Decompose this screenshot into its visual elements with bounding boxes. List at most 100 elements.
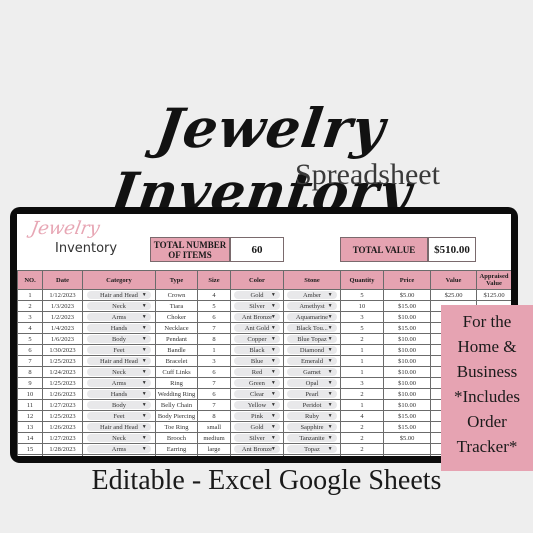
cell[interactable]: Feet ▼ — [82, 410, 156, 422]
dropdown-chip[interactable]: Peridot ▼ — [287, 401, 337, 409]
caret-down-icon[interactable]: ▼ — [328, 436, 333, 441]
dropdown-chip[interactable]: Hair and Head ▼ — [87, 291, 151, 299]
cell[interactable]: Aquamarine ▼ — [283, 311, 341, 323]
dropdown-chip[interactable]: Green ▼ — [234, 379, 280, 387]
cell[interactable]: Gold ▼ — [230, 421, 284, 433]
cell[interactable]: 4 — [340, 410, 384, 422]
cell[interactable]: Body ▼ — [82, 333, 156, 345]
cell[interactable]: Hands▼ — [82, 454, 156, 456]
cell[interactable]: Green ▼ — [230, 377, 284, 389]
caret-down-icon[interactable]: ▼ — [271, 392, 276, 397]
cell[interactable]: 1 — [340, 399, 384, 411]
cell[interactable]: $10.00 — [383, 388, 431, 400]
dropdown-chip[interactable]: Body ▼ — [87, 401, 151, 409]
cell[interactable]: 1 — [340, 355, 384, 367]
cell[interactable]: 1/25/2023 — [42, 377, 83, 389]
caret-down-icon[interactable]: ▼ — [328, 337, 333, 342]
cell[interactable]: Ant Gold▼ — [230, 454, 284, 456]
cell[interactable]: Feet ▼ — [82, 344, 156, 356]
cell[interactable]: Hair and Head ▼ — [82, 355, 156, 367]
dropdown-chip[interactable]: Blue ▼ — [234, 357, 280, 365]
cell[interactable]: $5.00 — [383, 432, 431, 444]
cell[interactable]: Hair and Head ▼ — [82, 289, 156, 301]
total-value-value[interactable]: $510.00 — [428, 237, 476, 262]
dropdown-chip[interactable]: Pink ▼ — [234, 412, 280, 420]
dropdown-chip[interactable]: Aquamarine ▼ — [287, 313, 337, 321]
cell[interactable]: 7 — [197, 322, 231, 334]
caret-down-icon[interactable]: ▼ — [328, 381, 333, 386]
caret-down-icon[interactable]: ▼ — [328, 359, 333, 364]
caret-down-icon[interactable]: ▼ — [271, 348, 276, 353]
caret-down-icon[interactable]: ▼ — [271, 414, 276, 419]
cell[interactable]: 1/4/2023 — [42, 322, 83, 334]
caret-down-icon[interactable]: ▼ — [271, 436, 276, 441]
cell[interactable]: Hands▼ — [82, 322, 156, 334]
cell[interactable]: 2 — [340, 432, 384, 444]
cell[interactable]: 3 — [17, 311, 43, 323]
dropdown-chip[interactable]: Diamond ▼ — [287, 346, 337, 354]
dropdown-chip[interactable]: Neck ▼ — [87, 368, 151, 376]
cell[interactable]: $5.00 — [383, 289, 431, 301]
cell[interactable]: 1/24/2023 — [42, 366, 83, 378]
cell[interactable]: Crown — [155, 289, 198, 301]
cell[interactable]: Silver ▼ — [230, 432, 284, 444]
dropdown-chip[interactable]: Ant Gold ▼ — [234, 324, 280, 332]
cell[interactable]: 4 — [17, 322, 43, 334]
cell[interactable]: Topaz ▼ — [283, 443, 341, 455]
dropdown-chip[interactable]: Ant Bronze ▼ — [234, 445, 280, 453]
dropdown-chip[interactable]: Opal ▼ — [287, 379, 337, 387]
caret-down-icon[interactable]: ▼ — [328, 447, 333, 452]
cell[interactable]: Copper ▼ — [230, 333, 284, 345]
cell[interactable]: 1/25/2023 — [42, 410, 83, 422]
caret-down-icon[interactable]: ▼ — [271, 425, 276, 430]
cell[interactable]: Toe Ring — [155, 421, 198, 433]
cell[interactable]: $15.00 — [383, 410, 431, 422]
caret-down-icon[interactable]: ▼ — [142, 337, 147, 342]
cell[interactable]: Belly Chain — [155, 399, 198, 411]
caret-down-icon[interactable]: ▼ — [328, 293, 333, 298]
cell[interactable]: Sapphire ▼ — [283, 421, 341, 433]
cell[interactable]: 1/25/2023 — [42, 355, 83, 367]
dropdown-chip[interactable]: Clear ▼ — [234, 390, 280, 398]
cell[interactable]: $15.00 — [383, 421, 431, 433]
cell[interactable]: Brooch — [155, 432, 198, 444]
cell[interactable]: Ant Bronze ▼ — [230, 311, 284, 323]
caret-down-icon[interactable]: ▼ — [142, 381, 147, 386]
cell[interactable]: Silver ▼ — [230, 300, 284, 312]
cell[interactable]: 1/12/2023 — [42, 289, 83, 301]
dropdown-chip[interactable]: Feet ▼ — [87, 412, 151, 420]
cell[interactable]: Tanzanite ▼ — [283, 432, 341, 444]
dropdown-chip[interactable]: Tanzanite ▼ — [287, 434, 337, 442]
caret-down-icon[interactable]: ▼ — [142, 414, 147, 419]
caret-down-icon[interactable]: ▼ — [271, 403, 276, 408]
cell[interactable]: 6 — [197, 311, 231, 323]
caret-down-icon[interactable]: ▼ — [142, 370, 147, 375]
cell[interactable]: small — [197, 421, 231, 433]
caret-down-icon[interactable]: ▼ — [271, 337, 276, 342]
cell[interactable]: 3 — [340, 311, 384, 323]
cell[interactable]: Necklace — [155, 322, 198, 334]
cell[interactable]: Earring — [155, 443, 198, 455]
cell[interactable]: 11 — [17, 399, 43, 411]
cell[interactable]: Gold ▼ — [230, 289, 284, 301]
cell[interactable]: 2 — [340, 333, 384, 345]
caret-down-icon[interactable]: ▼ — [328, 315, 333, 320]
cell[interactable]: Neck ▼ — [82, 432, 156, 444]
dropdown-chip[interactable]: Hair and Head ▼ — [87, 423, 151, 431]
dropdown-chip[interactable]: Body ▼ — [87, 335, 151, 343]
cell[interactable]: 1/29/2023 — [42, 454, 83, 456]
cell[interactable]: $10.00 — [383, 366, 431, 378]
dropdown-chip[interactable]: Gold ▼ — [234, 423, 280, 431]
cell[interactable]: large — [197, 443, 231, 455]
cell[interactable]: $125.00 — [476, 289, 511, 301]
cell[interactable]: $15.00 — [383, 300, 431, 312]
cell[interactable]: $10.00 — [383, 399, 431, 411]
dropdown-chip[interactable]: Gold ▼ — [234, 291, 280, 299]
cell[interactable]: 2 — [340, 443, 384, 455]
cell[interactable]: Ring — [155, 377, 198, 389]
dropdown-chip[interactable]: Emerald ▼ — [287, 357, 337, 365]
caret-down-icon[interactable]: ▼ — [142, 348, 147, 353]
cell[interactable]: $10.00 — [383, 344, 431, 356]
cell[interactable]: Neck ▼ — [82, 300, 156, 312]
cell[interactable]: 7 — [197, 377, 231, 389]
